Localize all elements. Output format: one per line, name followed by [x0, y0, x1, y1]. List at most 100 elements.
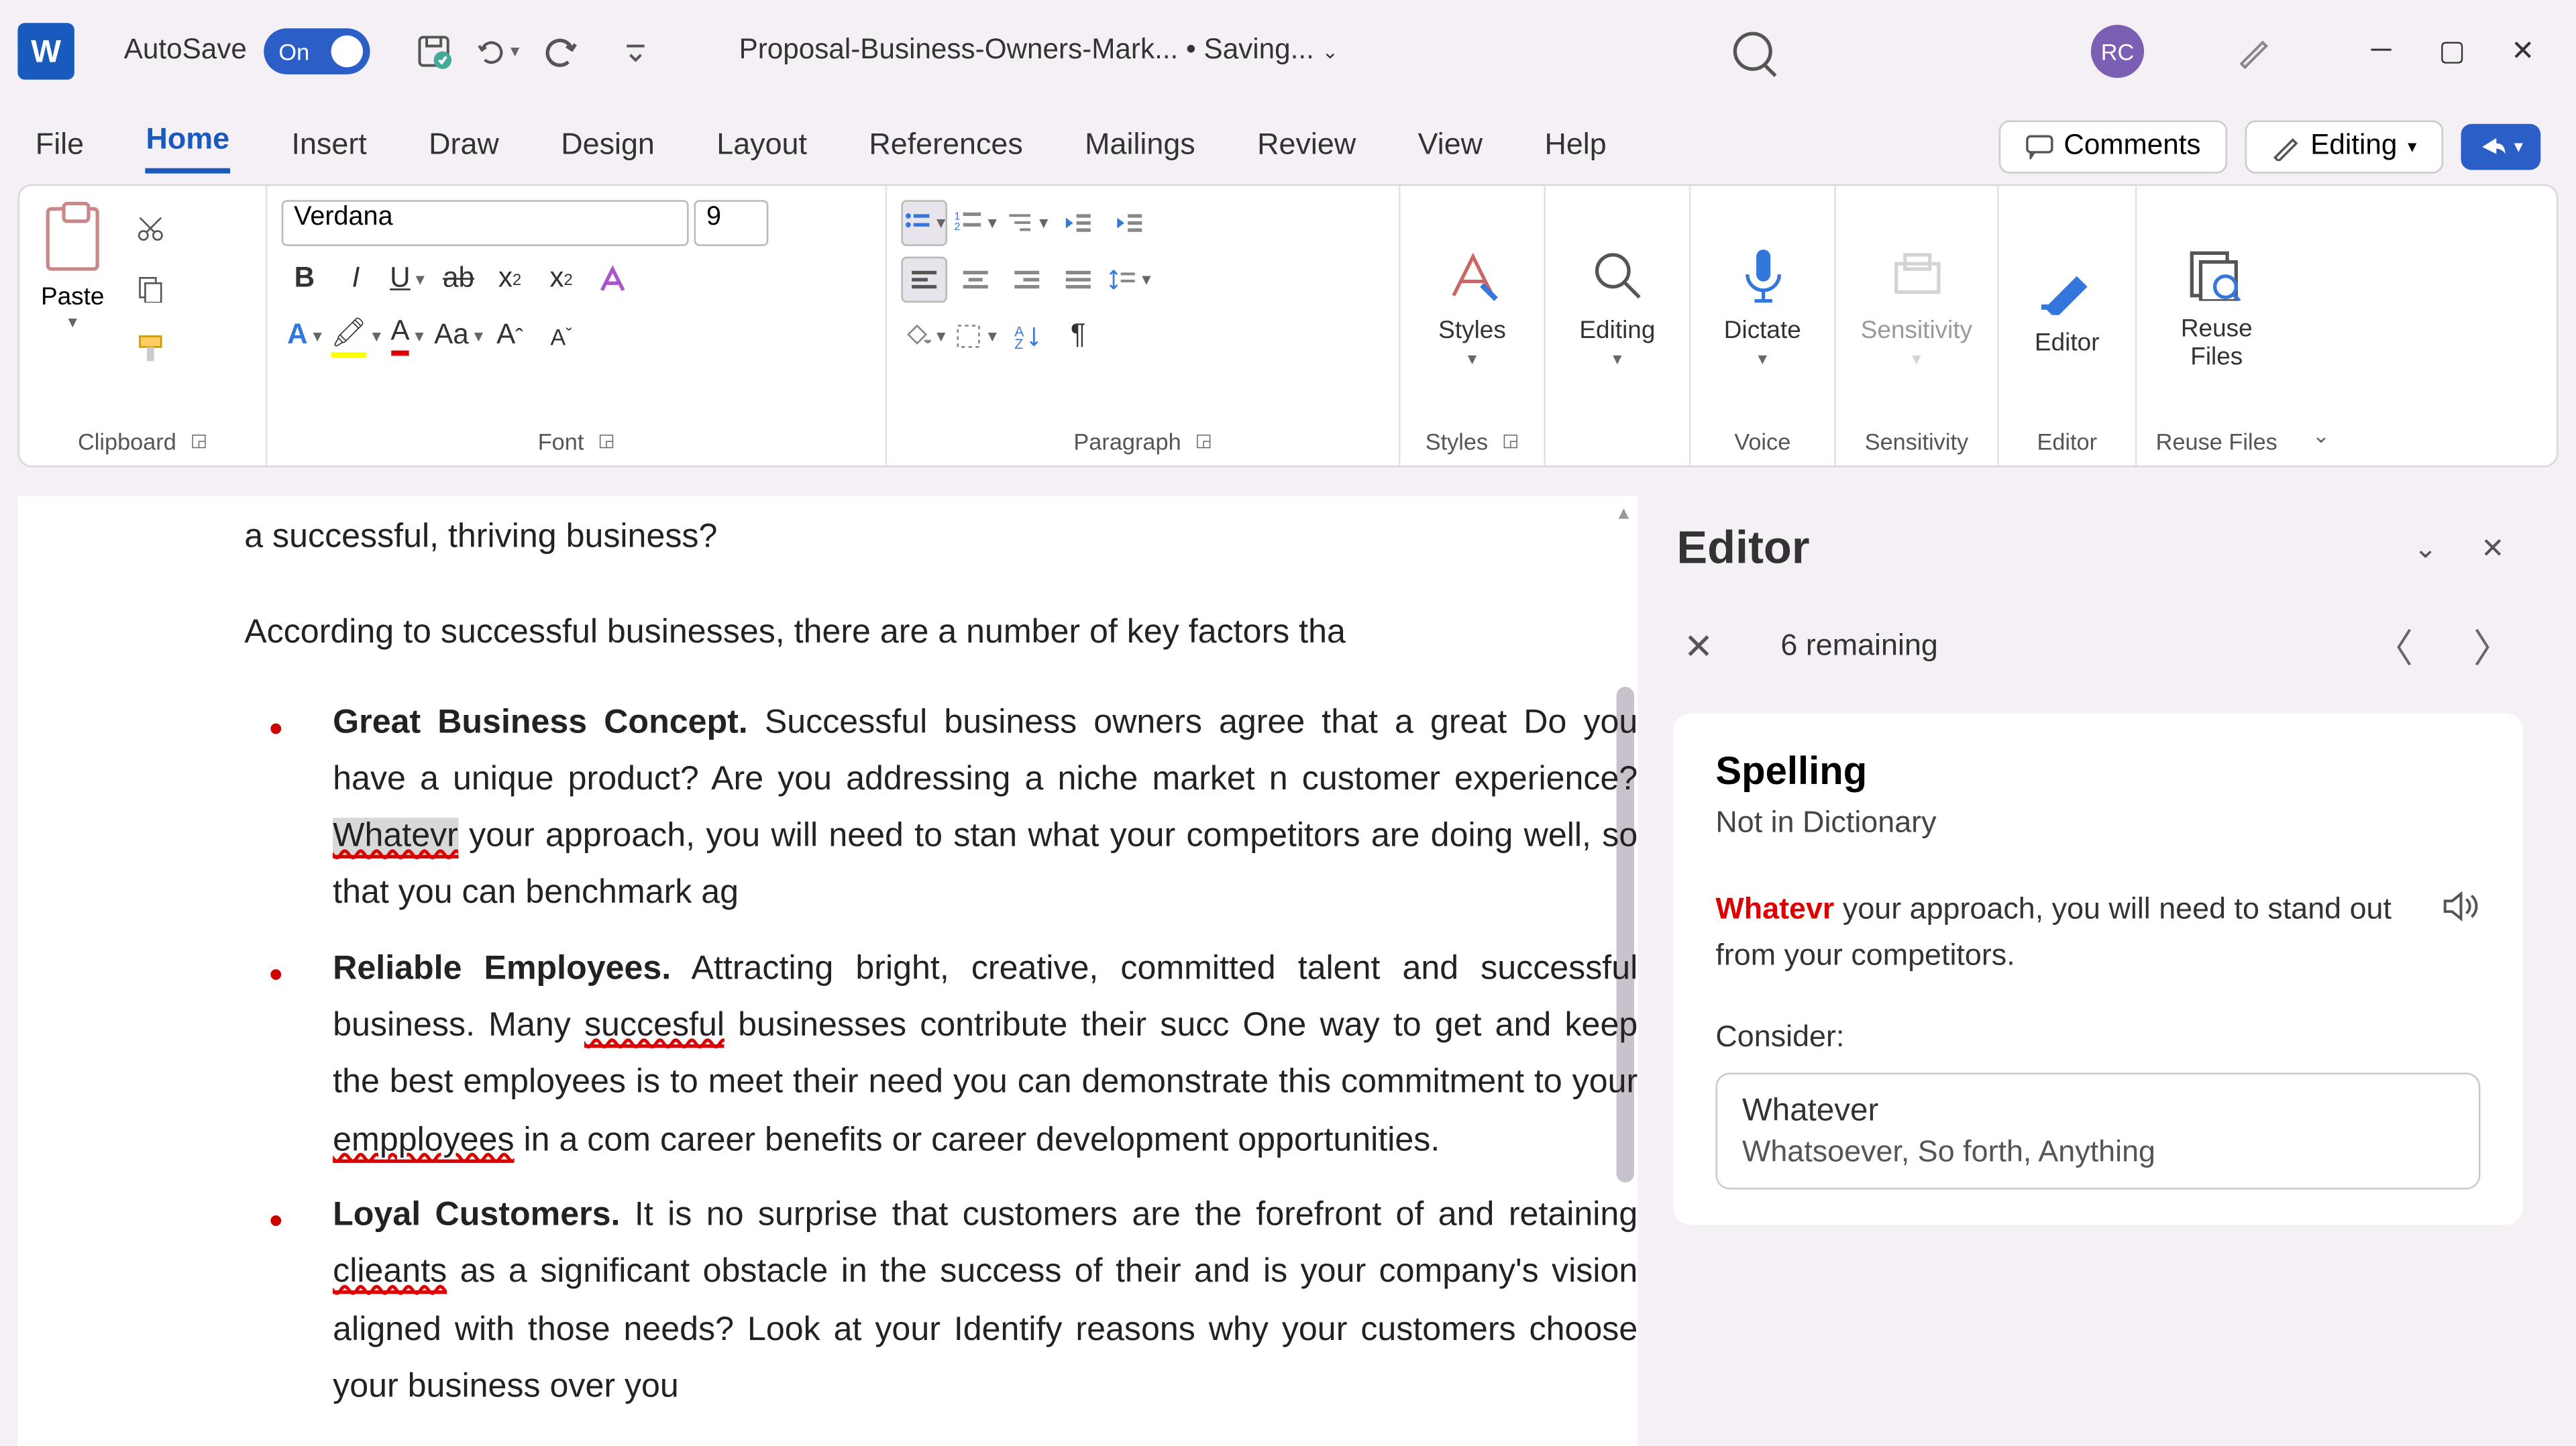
pen-feedback-icon[interactable] — [2233, 30, 2275, 72]
editor-pane-title: Editor — [1676, 520, 2385, 575]
spelling-error: succesful — [584, 1007, 724, 1048]
save-icon[interactable] — [413, 30, 455, 72]
justify-button[interactable] — [1055, 257, 1102, 303]
text-effects-button[interactable] — [590, 257, 636, 303]
customize-qat-icon[interactable] — [615, 30, 657, 72]
borders-button[interactable] — [953, 313, 999, 359]
list-item: Loyal Customers. It is no surprise that … — [244, 1188, 1638, 1416]
editor-prev-button[interactable]: 〈 — [2374, 618, 2413, 674]
paragraph-dialog-launcher[interactable]: ◲ — [1195, 432, 1212, 451]
underline-button[interactable]: U — [384, 257, 431, 303]
editor-context-error-word: Whatevr — [1715, 892, 1834, 926]
italic-button[interactable]: I — [333, 257, 379, 303]
title-bar: W AutoSave On Proposal-Business-Owners-M… — [0, 0, 2576, 103]
document-text: a successful, thriving business? — [244, 510, 1638, 567]
microphone-icon — [1731, 243, 1794, 307]
font-name-select[interactable]: Verdana — [282, 200, 689, 246]
read-aloud-button[interactable] — [2441, 887, 2480, 942]
show-marks-button[interactable]: ¶ — [1055, 313, 1102, 359]
tab-design[interactable]: Design — [561, 127, 655, 174]
close-button[interactable]: ✕ — [2487, 16, 2559, 87]
user-avatar[interactable]: RC — [2091, 25, 2144, 78]
pencil-icon — [2271, 133, 2300, 161]
spelling-error: clieants — [333, 1254, 447, 1294]
sort-button[interactable]: AZ — [1004, 313, 1050, 359]
align-right-button[interactable] — [1004, 257, 1050, 303]
tab-draw[interactable]: Draw — [429, 127, 499, 174]
numbering-button[interactable]: 12 — [953, 200, 999, 246]
tab-review[interactable]: Review — [1257, 127, 1356, 174]
search-icon[interactable] — [1733, 32, 1772, 71]
paste-dropdown[interactable]: ▾ — [68, 313, 77, 333]
document-title[interactable]: Proposal-Business-Owners-Mark... • Savin… — [739, 36, 1338, 68]
editing-group-button[interactable]: Editing ▾ — [1560, 200, 1675, 412]
editor-suggestion-option[interactable]: Whatever Whatsoever, So forth, Anything — [1715, 1072, 2480, 1189]
autosave-toggle[interactable]: On — [264, 28, 370, 74]
list-item: Great Business Concept. Successful busin… — [244, 695, 1638, 924]
align-left-button[interactable] — [901, 257, 947, 303]
font-size-select[interactable]: 9 — [694, 200, 769, 246]
subscript-button[interactable]: x2 — [487, 257, 533, 303]
comments-label: Comments — [2063, 131, 2200, 163]
comments-button[interactable]: Comments — [1998, 120, 2227, 173]
tab-view[interactable]: View — [1418, 127, 1483, 174]
text-effect-A-button[interactable]: A — [282, 313, 328, 359]
tab-home[interactable]: Home — [146, 122, 229, 174]
collapse-ribbon-button[interactable]: ⌄ — [2296, 186, 2346, 465]
multilevel-list-button[interactable] — [1004, 200, 1050, 246]
scroll-up-button[interactable]: ▲ — [1615, 499, 1632, 529]
editing-mode-button[interactable]: Editing ▾ — [2245, 120, 2443, 173]
styles-button[interactable]: Styles ▾ — [1415, 200, 1530, 412]
font-color-button[interactable]: A — [384, 313, 431, 359]
spelling-error: empployees — [333, 1121, 514, 1162]
spelling-error-selected: Whatevr — [333, 818, 458, 859]
sensitivity-button[interactable]: Sensitivity ▾ — [1850, 200, 1983, 412]
share-button[interactable]: ▾ — [2461, 124, 2540, 170]
tab-help[interactable]: Help — [1544, 127, 1606, 174]
dictate-button[interactable]: Dictate ▾ — [1705, 200, 1821, 412]
tab-layout[interactable]: Layout — [716, 127, 807, 174]
tab-insert[interactable]: Insert — [292, 127, 367, 174]
shrink-font-button[interactable]: Aˇ — [538, 313, 584, 359]
align-center-button[interactable] — [953, 257, 999, 303]
bullets-button[interactable] — [901, 200, 947, 246]
tab-file[interactable]: File — [36, 127, 84, 174]
superscript-button[interactable]: x2 — [538, 257, 584, 303]
strikethrough-button[interactable]: ab — [435, 257, 482, 303]
line-spacing-button[interactable] — [1107, 257, 1153, 303]
minimize-button[interactable]: ─ — [2346, 16, 2417, 87]
reuse-files-button[interactable]: ReuseFiles — [2151, 200, 2282, 412]
editor-suggestion-card: Spelling Not in Dictionary Whatevr your … — [1673, 714, 2523, 1225]
editor-dismiss-button[interactable]: ✕ — [1684, 624, 1713, 668]
editor-close-button[interactable]: ✕ — [2466, 521, 2519, 574]
tab-mailings[interactable]: Mailings — [1085, 127, 1195, 174]
format-painter-button[interactable] — [129, 327, 172, 370]
reuse-files-icon — [2185, 243, 2249, 307]
change-case-button[interactable]: Aa — [435, 313, 482, 359]
editor-button[interactable]: Editor — [2013, 200, 2121, 412]
autosave-label: AutoSave — [124, 36, 247, 68]
decrease-indent-button[interactable] — [1055, 200, 1102, 246]
share-icon — [2479, 135, 2507, 160]
increase-indent-button[interactable] — [1107, 200, 1153, 246]
copy-button[interactable] — [129, 268, 172, 310]
grow-font-button[interactable]: Aˆ — [487, 313, 533, 359]
bold-button[interactable]: B — [282, 257, 328, 303]
editor-category: Spelling — [1715, 748, 2480, 795]
paste-button[interactable] — [34, 200, 111, 278]
styles-dialog-launcher[interactable]: ◲ — [1502, 432, 1519, 451]
undo-button[interactable] — [477, 30, 519, 72]
font-dialog-launcher[interactable]: ◲ — [598, 432, 614, 451]
editor-next-button[interactable]: 〉 — [2473, 618, 2512, 674]
cut-button[interactable] — [129, 207, 172, 249]
shading-button[interactable] — [901, 313, 947, 359]
highlight-button[interactable]: 🖍 — [333, 313, 379, 359]
document-page[interactable]: ▲ a successful, thriving business? Accor… — [17, 496, 1638, 1446]
clipboard-dialog-launcher[interactable]: ◲ — [191, 432, 207, 451]
redo-button[interactable] — [541, 30, 583, 72]
tab-references[interactable]: References — [869, 127, 1022, 174]
maximize-button[interactable]: ▢ — [2417, 16, 2488, 87]
editor-group-label: Editor — [2013, 425, 2121, 461]
editor-collapse-button[interactable]: ⌄ — [2399, 521, 2452, 574]
styles-group-label: Styles — [1426, 429, 1488, 455]
